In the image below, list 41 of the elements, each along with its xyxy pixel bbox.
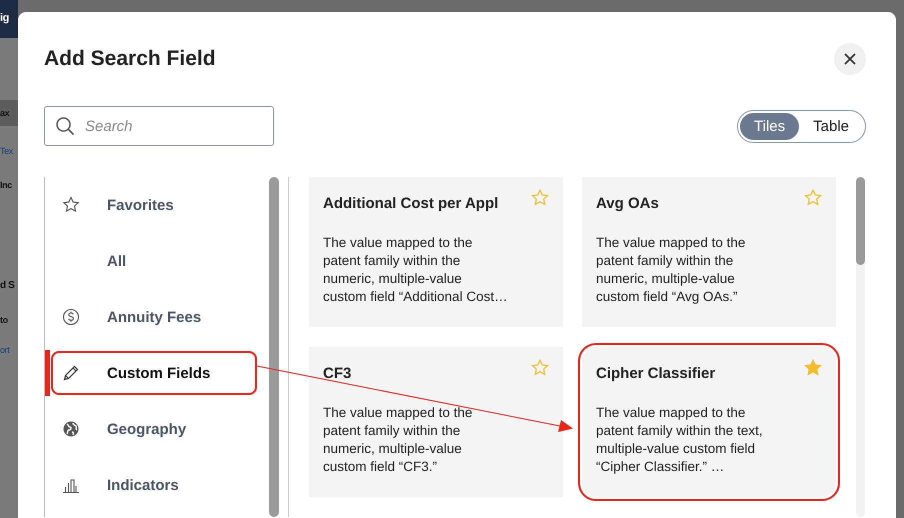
view-toggle-option[interactable]: Table bbox=[799, 112, 863, 140]
star-icon bbox=[62, 196, 80, 214]
label: Inc bbox=[0, 180, 13, 190]
category-item[interactable]: Favorites bbox=[51, 183, 257, 227]
view-toggle-option[interactable]: Tiles bbox=[740, 112, 800, 140]
scrollbar[interactable] bbox=[269, 177, 279, 517]
search-field[interactable]: Search bbox=[44, 106, 274, 146]
tile-description: The value mapped to the patent family within the numeric, multiple-value custom field “Avg OAs.” bbox=[596, 234, 746, 306]
category-item[interactable]: Custom Fields bbox=[51, 351, 257, 395]
tile-title: CF3 bbox=[323, 365, 352, 382]
header-text: ig bbox=[0, 0, 18, 38]
close-button[interactable] bbox=[834, 43, 866, 75]
tile-title: Cipher Classifier bbox=[596, 365, 716, 382]
tile-description: The value mapped to the patent family within the text, multiple-value custom field “Cipher Classifier.” … bbox=[596, 404, 764, 476]
field-tile[interactable]: CF3 The value mapped to the patent family within the numeric, multiple-value custom field “CF3.” bbox=[309, 347, 563, 497]
favorite-star-icon[interactable] bbox=[804, 359, 822, 377]
category-item[interactable]: Annuity Fees bbox=[51, 295, 257, 339]
favorite-star-icon[interactable] bbox=[531, 359, 549, 377]
selection-bar bbox=[45, 350, 50, 396]
tile-title: Additional Cost per Appl bbox=[323, 195, 498, 212]
dialog-title: Add Search Field bbox=[44, 47, 216, 71]
label: to bbox=[0, 315, 9, 325]
category-item[interactable]: Geography bbox=[51, 407, 257, 451]
tile-description: The value mapped to the patent family within the numeric, multiple-value custom field “Additional Cost… bbox=[323, 234, 509, 306]
dollar-icon bbox=[62, 308, 80, 326]
globe-icon bbox=[62, 420, 80, 438]
heading: d S bbox=[0, 280, 16, 291]
search-icon bbox=[55, 116, 75, 136]
favorite-star-icon[interactable] bbox=[804, 189, 822, 207]
field-tile[interactable]: Avg OAs The value mapped to the patent family within the numeric, multiple-value custom field “Avg OAs.” bbox=[582, 177, 836, 327]
scrollbar[interactable] bbox=[856, 177, 865, 517]
category-item[interactable]: Indicators bbox=[51, 463, 257, 507]
tile-description: The value mapped to the patent family within the numeric, multiple-value custom field “CF3.” bbox=[323, 404, 474, 476]
favorite-star-icon[interactable] bbox=[531, 189, 549, 207]
tab-label: ax bbox=[0, 100, 18, 126]
pencil-icon bbox=[62, 364, 80, 382]
field-tile[interactable]: Cipher Classifier The value mapped to the patent family within the text, multiple-value custom field “Cipher Classifier.” … bbox=[582, 347, 836, 497]
close-icon bbox=[843, 52, 857, 66]
field-tile[interactable]: Additional Cost per Appl The value mapped to the patent family within the numeric, multiple-value custom field “Additional Cost… bbox=[309, 177, 563, 327]
tile-title: Avg OAs bbox=[596, 195, 659, 212]
category-item[interactable]: All bbox=[51, 239, 257, 283]
